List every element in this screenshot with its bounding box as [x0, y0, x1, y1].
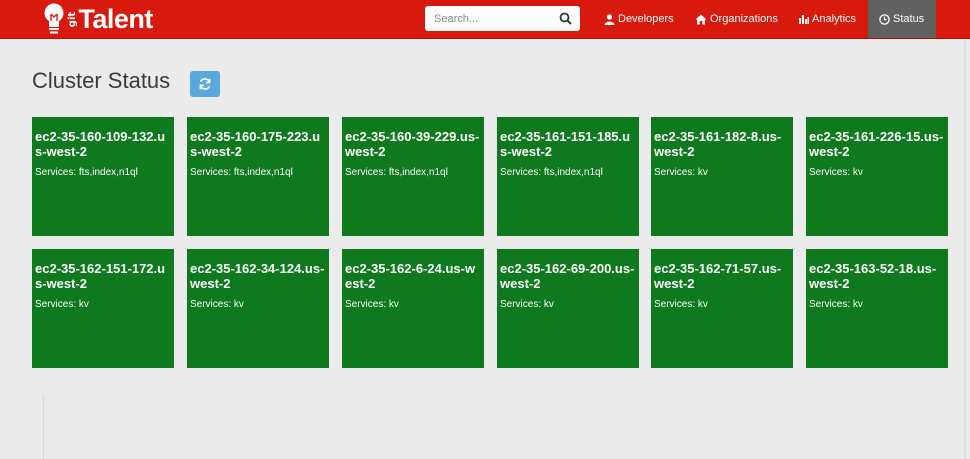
node-tile[interactable]: ec2-35-162-6-24.us-west-2 Services: kv — [342, 249, 484, 368]
services-label: Services: — [500, 167, 542, 178]
node-name: ec2-35-162-71-57.us-west-2 — [654, 261, 782, 291]
services-label: Services: — [345, 167, 387, 178]
page-title: Cluster Status — [32, 68, 171, 93]
search-input[interactable] — [425, 6, 554, 31]
services-value: fts,index,n1ql — [78, 167, 138, 178]
node-services: Services: kv — [35, 299, 174, 310]
search-icon[interactable] — [559, 12, 572, 25]
services-label: Services: — [809, 299, 851, 310]
services-value: kv — [697, 167, 708, 178]
node-services: Services: kv — [809, 167, 948, 178]
node-tile[interactable]: ec2-35-161-182-8.us-west-2 Services: kv — [651, 117, 793, 236]
node-services: Services: fts,index,n1ql — [35, 167, 174, 178]
services-label: Services: — [500, 299, 542, 310]
nav-developers-label: Developers — [618, 13, 674, 25]
services-label: Services: — [654, 167, 696, 178]
services-value: kv — [78, 299, 89, 310]
services-value: kv — [388, 299, 399, 310]
user-icon — [604, 13, 615, 25]
node-name: ec2-35-162-151-172.us-west-2 — [35, 261, 166, 291]
node-tile[interactable]: ec2-35-161-151-185.us-west-2 Services: f… — [497, 117, 639, 236]
node-name: ec2-35-160-39-229.us-west-2 — [345, 129, 480, 159]
services-value: kv — [697, 299, 708, 310]
services-label: Services: — [190, 167, 232, 178]
node-tile[interactable]: ec2-35-160-109-132.us-west-2 Services: f… — [32, 117, 174, 236]
node-name: ec2-35-163-52-18.us-west-2 — [809, 261, 937, 291]
services-label: Services: — [35, 299, 77, 310]
services-value: kv — [852, 167, 863, 178]
node-name: ec2-35-162-69-200.us-west-2 — [500, 261, 635, 291]
logo-wordmark: Talent — [78, 3, 153, 34]
services-label: Services: — [654, 299, 696, 310]
services-label: Services: — [345, 299, 387, 310]
node-services: Services: fts,index,n1ql — [345, 167, 484, 178]
node-tile[interactable]: ec2-35-163-52-18.us-west-2 Services: kv — [806, 249, 948, 368]
nav-analytics-label: Analytics — [812, 13, 857, 25]
services-label: Services: — [190, 299, 232, 310]
node-name: ec2-35-160-175-223.us-west-2 — [190, 129, 321, 159]
lightbulb-icon — [44, 3, 64, 34]
node-tile[interactable]: ec2-35-162-151-172.us-west-2 Services: k… — [32, 249, 174, 368]
node-services: Services: kv — [500, 299, 639, 310]
node-tile[interactable]: ec2-35-160-175-223.us-west-2 Services: f… — [187, 117, 329, 236]
nav-developers[interactable]: Developers — [604, 0, 674, 38]
bar-chart-icon — [799, 15, 809, 24]
node-services: Services: kv — [190, 299, 329, 310]
services-value: fts,index,n1ql — [233, 167, 293, 178]
node-tile[interactable]: ec2-35-162-69-200.us-west-2 Services: kv — [497, 249, 639, 368]
search-box — [425, 6, 580, 31]
services-value: fts,index,n1ql — [543, 167, 603, 178]
node-services: Services: fts,index,n1ql — [500, 167, 639, 178]
services-label: Services: — [809, 167, 851, 178]
services-value: kv — [543, 299, 554, 310]
node-services: Services: kv — [809, 299, 948, 310]
nav-organizations-label: Organizations — [710, 13, 778, 25]
node-name: ec2-35-162-34-124.us-west-2 — [190, 261, 325, 291]
refresh-button[interactable] — [190, 71, 220, 97]
logo-git-text: git — [67, 11, 79, 27]
top-navbar: git Talent Developers Organizations Anal… — [0, 0, 970, 39]
node-tile[interactable]: ec2-35-160-39-229.us-west-2 Services: ft… — [342, 117, 484, 236]
node-services: Services: kv — [654, 299, 793, 310]
node-name: ec2-35-161-182-8.us-west-2 — [654, 129, 782, 159]
clock-icon — [879, 13, 890, 25]
node-name: ec2-35-161-151-185.us-west-2 — [500, 129, 631, 159]
nav-analytics[interactable]: Analytics — [799, 0, 856, 38]
refresh-icon — [199, 78, 211, 90]
nav-status[interactable]: Status — [868, 0, 936, 38]
node-name: ec2-35-162-6-24.us-west-2 — [345, 261, 476, 291]
node-tile[interactable]: ec2-35-162-34-124.us-west-2 Services: kv — [187, 249, 329, 368]
node-name: ec2-35-161-226-15.us-west-2 — [809, 129, 944, 159]
node-services: Services: kv — [345, 299, 484, 310]
node-tile[interactable]: ec2-35-161-226-15.us-west-2 Services: kv — [806, 117, 948, 236]
services-value: kv — [233, 299, 244, 310]
nav-status-label: Status — [893, 13, 925, 25]
services-value: fts,index,n1ql — [388, 167, 448, 178]
divider — [43, 395, 44, 459]
gittalent-logo[interactable]: git Talent — [42, 1, 153, 37]
services-label: Services: — [35, 167, 77, 178]
home-icon — [695, 14, 707, 24]
nav-organizations[interactable]: Organizations — [695, 0, 778, 38]
vertical-scrollbar[interactable] — [962, 40, 968, 459]
services-value: kv — [852, 299, 863, 310]
node-name: ec2-35-160-109-132.us-west-2 — [35, 129, 166, 159]
node-tile[interactable]: ec2-35-162-71-57.us-west-2 Services: kv — [651, 249, 793, 368]
node-services: Services: kv — [654, 167, 793, 178]
node-services: Services: fts,index,n1ql — [190, 167, 329, 178]
